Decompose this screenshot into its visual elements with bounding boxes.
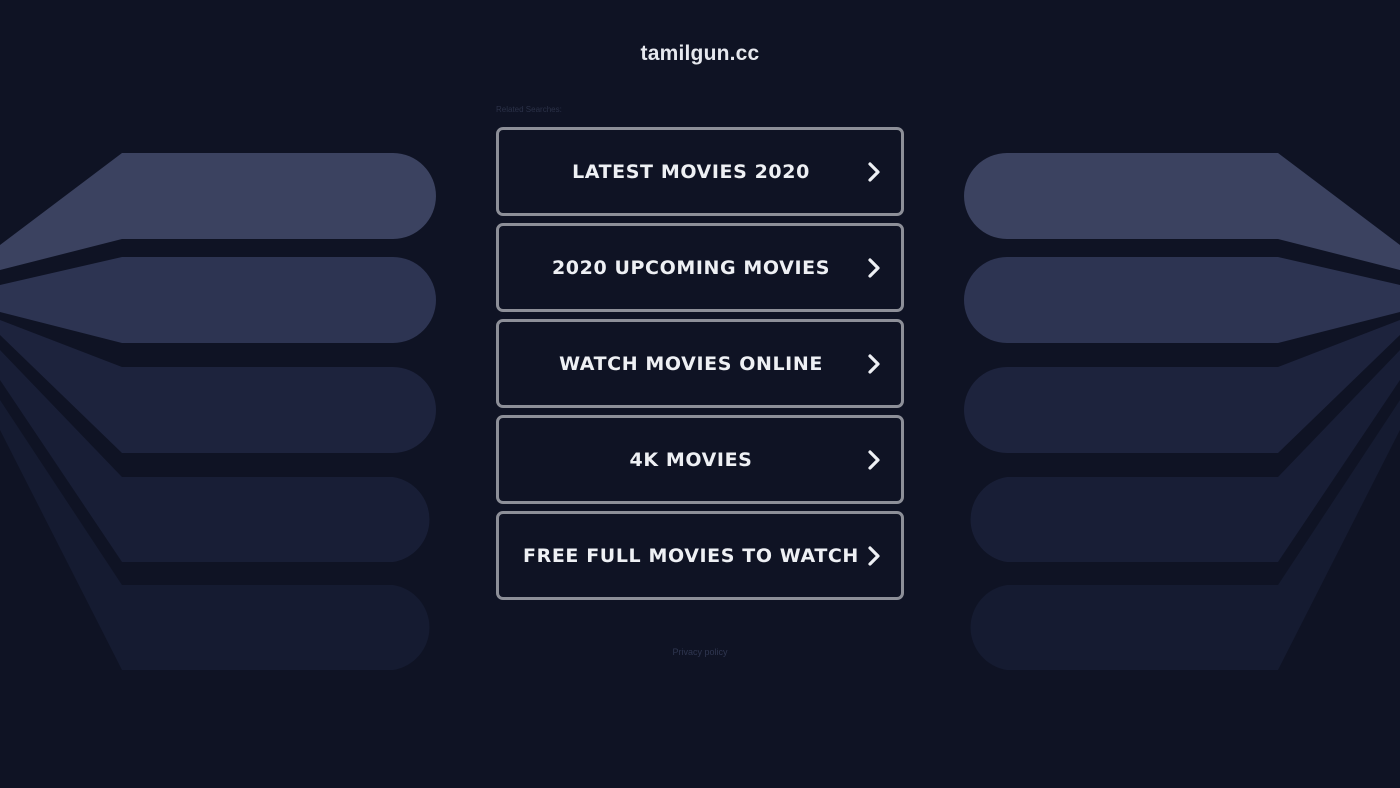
left-stripes — [0, 153, 436, 670]
related-link-button[interactable]: 4K MOVIES — [496, 415, 904, 504]
chevron-right-icon — [868, 257, 880, 278]
related-link-button[interactable]: WATCH MOVIES ONLINE — [496, 319, 904, 408]
site-title: tamilgun.cc — [640, 42, 760, 65]
related-link-button[interactable]: LATEST MOVIES 2020 — [496, 127, 904, 216]
related-link-button[interactable]: FREE FULL MOVIES TO WATCH — [496, 511, 904, 600]
chevron-right-icon — [868, 161, 880, 182]
chevron-right-icon — [868, 353, 880, 374]
chevron-right-icon — [868, 545, 880, 566]
related-link-label: FREE FULL MOVIES TO WATCH — [523, 544, 859, 567]
related-link-label: WATCH MOVIES ONLINE — [559, 352, 823, 375]
related-link-button[interactable]: 2020 UPCOMING MOVIES — [496, 223, 904, 312]
right-stripe-1 — [964, 153, 1400, 270]
related-searches-label: Related Searches: — [496, 105, 562, 114]
privacy-policy-link[interactable]: Privacy policy — [0, 647, 1400, 657]
left-stripe-1 — [0, 153, 436, 270]
left-stripe-2 — [0, 257, 436, 343]
related-link-label: 4K MOVIES — [629, 448, 753, 471]
right-stripes — [964, 153, 1400, 670]
related-link-label: LATEST MOVIES 2020 — [572, 160, 810, 183]
related-links-list: LATEST MOVIES 2020 2020 UPCOMING MOVIES … — [496, 127, 904, 607]
chevron-right-icon — [868, 449, 880, 470]
related-link-label: 2020 UPCOMING MOVIES — [551, 256, 831, 279]
right-stripe-2 — [964, 257, 1400, 343]
page: tamilgun.cc Related Searches: LATEST MOV… — [0, 0, 1400, 788]
